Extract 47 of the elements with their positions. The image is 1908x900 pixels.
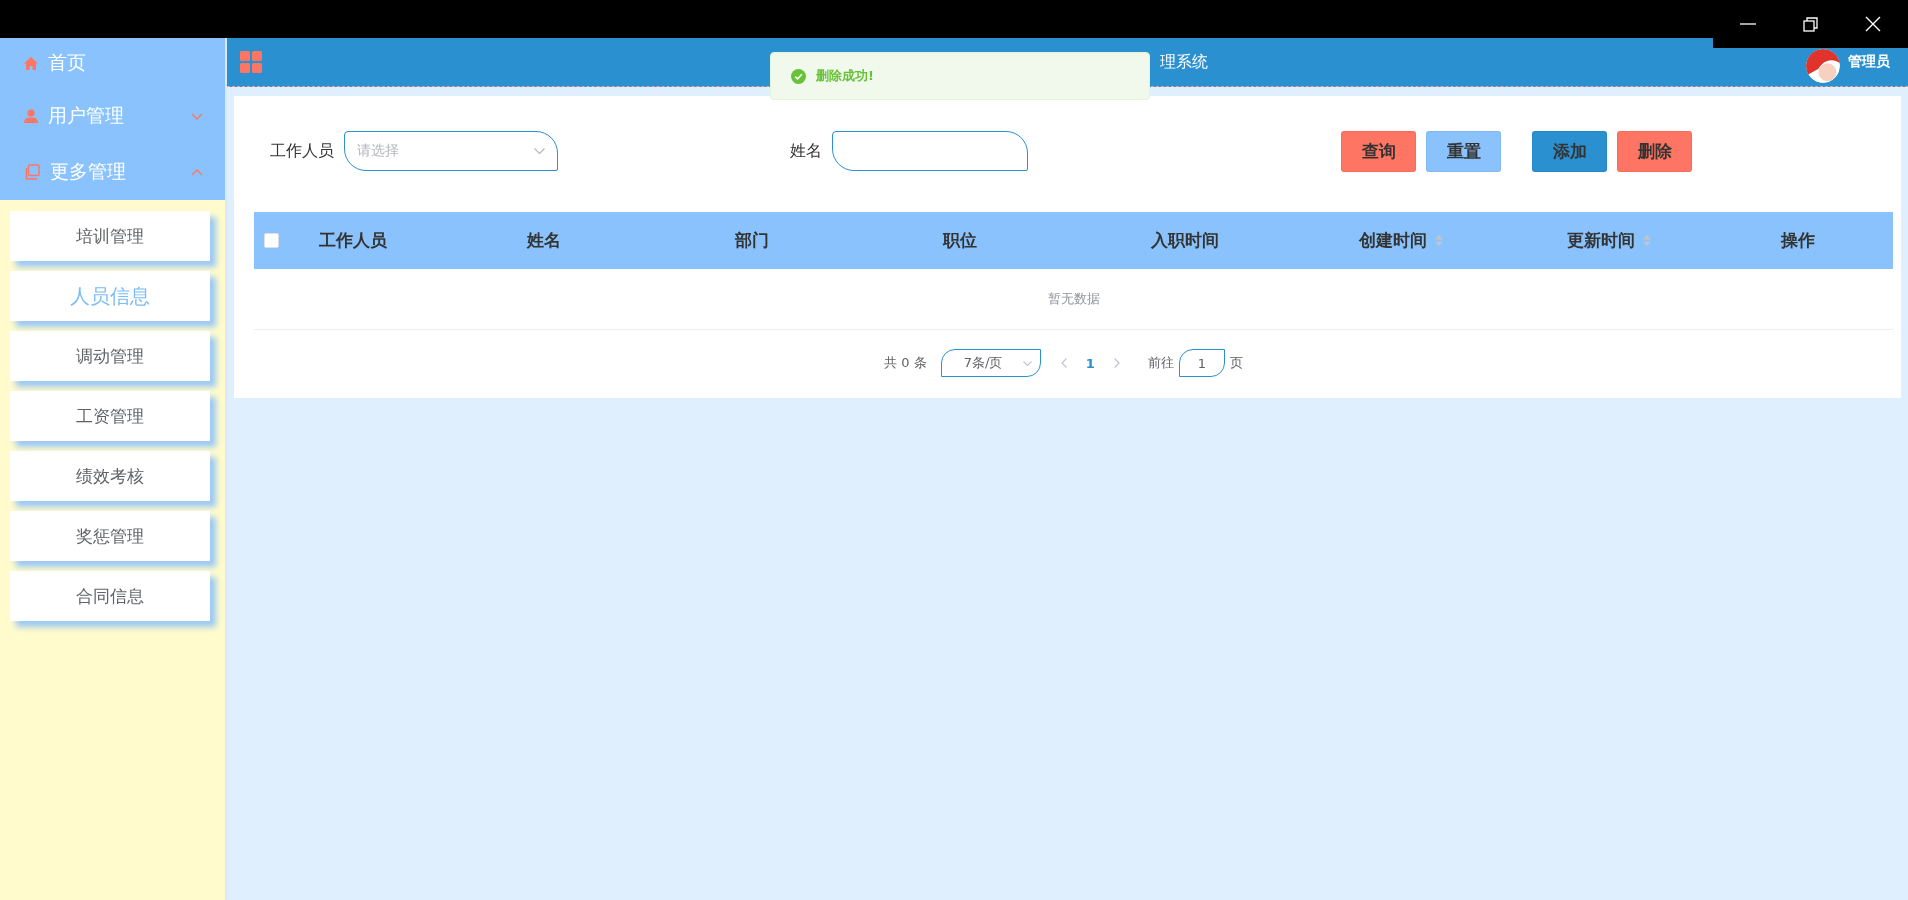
checkbox[interactable] (264, 233, 279, 248)
submenu-item[interactable]: 合同信息 (10, 571, 210, 621)
user-icon (24, 109, 38, 123)
action-button[interactable]: 删除 (1617, 130, 1692, 172)
next-page-icon[interactable] (1113, 358, 1120, 368)
column-header: 工作人员 (319, 229, 387, 252)
column-header: 部门 (735, 229, 769, 252)
column-header: 姓名 (527, 229, 561, 252)
app-title: 理系统 (1160, 51, 1209, 73)
column-header[interactable]: 创建时间 (1359, 229, 1443, 252)
copy-icon (24, 164, 40, 180)
previous-page-icon[interactable] (1060, 358, 1067, 368)
close-icon[interactable] (1864, 16, 1881, 32)
submenu-item[interactable]: 绩效考核 (10, 451, 210, 501)
column-header: 职位 (943, 229, 977, 252)
input-field[interactable] (832, 131, 1028, 171)
avatar[interactable] (1806, 49, 1840, 83)
goto-label: 前往 (1147, 354, 1174, 372)
submenu-item[interactable]: 工资管理 (10, 391, 210, 441)
total-count: 共 0 条 (884, 354, 927, 372)
page-suffix: 页 (1229, 354, 1243, 372)
page-input[interactable]: 1 (1178, 349, 1225, 377)
restore-icon[interactable] (1803, 16, 1818, 32)
action-button[interactable]: 重置 (1426, 130, 1501, 172)
filter-label: 工作人员 (270, 140, 334, 162)
submenu-item[interactable]: 奖惩管理 (10, 511, 210, 561)
chevron-down-icon (1022, 360, 1032, 366)
toast: 删除成功! (770, 52, 1150, 100)
action-button[interactable]: 添加 (1532, 130, 1607, 172)
page-size-select[interactable]: 7条/页 (940, 349, 1041, 377)
chevron-down-icon (534, 148, 545, 154)
submenu-item[interactable]: 调动管理 (10, 331, 210, 381)
empty-text: 暂无数据 (1047, 290, 1100, 308)
submenu-item[interactable]: 培训管理 (10, 211, 210, 261)
user-name[interactable]: 管理员 (1848, 53, 1890, 71)
sort-icon[interactable] (1643, 234, 1651, 247)
filter-label: 姓名 (790, 140, 822, 162)
action-button[interactable]: 查询 (1341, 130, 1416, 172)
check-circle-icon (791, 68, 806, 84)
page-number[interactable]: 1 (1081, 355, 1099, 371)
column-header: 入职时间 (1151, 229, 1219, 252)
home-icon (24, 56, 38, 70)
minimize-icon[interactable] (1740, 23, 1757, 25)
grid-icon[interactable] (240, 51, 262, 73)
column-header[interactable]: 更新时间 (1567, 229, 1651, 252)
sort-icon[interactable] (1435, 234, 1443, 247)
column-header: 操作 (1781, 229, 1815, 252)
